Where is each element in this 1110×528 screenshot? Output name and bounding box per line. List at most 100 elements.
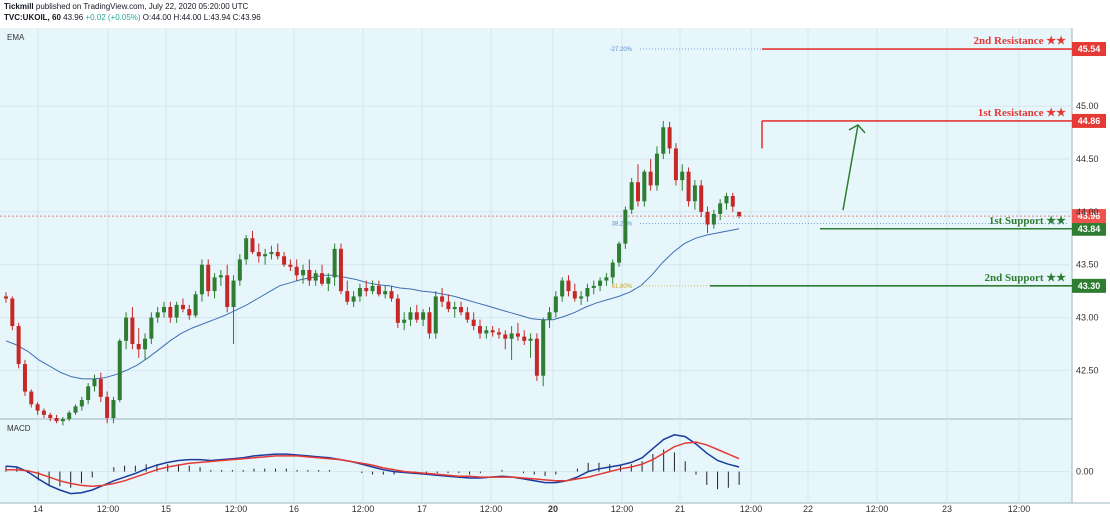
- candle-body: [534, 338, 539, 376]
- candle-body: [231, 280, 236, 307]
- candle-body: [515, 333, 520, 337]
- candle-body: [282, 256, 287, 265]
- candle: [193, 291, 198, 318]
- candle-body: [136, 343, 141, 350]
- x-tick-label: 17: [417, 504, 427, 514]
- x-tick-label: 12:00: [352, 504, 375, 514]
- candle-body: [338, 248, 343, 292]
- candle-body: [263, 254, 268, 257]
- candle: [117, 338, 122, 403]
- candle-body: [629, 182, 634, 210]
- candle-body: [117, 340, 122, 401]
- candle-body: [54, 418, 59, 422]
- candle-body: [332, 248, 337, 278]
- candle-body: [345, 291, 350, 302]
- candle: [534, 333, 539, 381]
- candle-body: [206, 264, 211, 292]
- candle-body: [92, 378, 97, 387]
- candle: [22, 359, 27, 396]
- candle-body: [572, 291, 577, 299]
- ema-pane-label: EMA: [7, 33, 25, 42]
- candle-body: [604, 277, 609, 281]
- candle-body: [421, 312, 426, 320]
- candle-body: [585, 287, 590, 297]
- candle-body: [667, 127, 672, 149]
- candle-body: [35, 404, 40, 411]
- candle-body: [718, 203, 723, 214]
- candle-body: [212, 277, 217, 292]
- candle: [673, 143, 678, 186]
- candle-body: [22, 364, 27, 392]
- candle-body: [86, 386, 91, 401]
- candle-body: [4, 296, 8, 299]
- candle-body: [149, 317, 154, 339]
- candle-body: [168, 306, 173, 318]
- candle-body: [364, 287, 369, 292]
- candle-body: [218, 275, 223, 278]
- candle-body: [395, 298, 400, 323]
- candle-body: [553, 296, 558, 313]
- candle-body: [237, 259, 242, 281]
- candle: [338, 243, 343, 295]
- candle-body: [661, 127, 666, 154]
- candle-body: [383, 291, 388, 295]
- price-chart[interactable]: -27.20% 38.20% 61.80% 2nd Resistance ★★ 45.5…: [0, 0, 1110, 528]
- candle-body: [16, 326, 21, 365]
- y-tick-label: 44.50: [1076, 154, 1099, 164]
- candle-body: [250, 238, 255, 253]
- candle-body: [496, 332, 501, 335]
- candle-body: [433, 296, 438, 334]
- candle-body: [484, 330, 489, 334]
- candle-body: [547, 312, 552, 320]
- x-tick-label: 12:00: [611, 504, 634, 514]
- candle-body: [566, 280, 571, 292]
- candle-body: [29, 391, 34, 405]
- fib-level-label: 38.20%: [612, 221, 633, 227]
- candle: [629, 178, 634, 214]
- candle-body: [699, 185, 704, 212]
- candle-body: [67, 412, 72, 420]
- x-tick-label: 15: [161, 504, 171, 514]
- fib-level-label: -27.20%: [610, 47, 633, 53]
- x-tick-label: 12:00: [740, 504, 763, 514]
- candle-body: [686, 171, 691, 202]
- level-label: 1st Support ★★: [989, 215, 1066, 227]
- candle-body: [130, 317, 135, 344]
- y-tick-label: 43.50: [1076, 260, 1099, 270]
- candle-body: [79, 400, 84, 407]
- candle-body: [288, 264, 293, 267]
- x-tick-label: 16: [289, 504, 299, 514]
- candle-body: [509, 333, 514, 339]
- candle-body: [680, 171, 685, 181]
- x-tick-label: 22: [803, 504, 813, 514]
- candle-body: [642, 171, 647, 202]
- candle-body: [591, 285, 596, 288]
- candle-body: [48, 414, 53, 418]
- level-price-text: 44.86: [1078, 116, 1101, 126]
- macd-pane-bg: [0, 419, 1072, 503]
- macd-y-tick-label: 0.00: [1076, 467, 1094, 477]
- candle-body: [73, 406, 78, 413]
- candle-body: [256, 252, 261, 257]
- candle-body: [452, 306, 457, 310]
- y-tick-label: 44.00: [1076, 207, 1099, 217]
- candle: [10, 296, 15, 331]
- candle-body: [187, 309, 192, 316]
- candle-body: [692, 185, 697, 202]
- candle-body: [440, 296, 445, 302]
- candle-body: [174, 304, 179, 318]
- candle-body: [560, 280, 565, 297]
- candle-body: [98, 378, 103, 397]
- level-price-text: 43.84: [1078, 224, 1101, 234]
- candle-body: [471, 319, 476, 327]
- y-tick-label: 45.00: [1076, 101, 1099, 111]
- x-tick-label: 12:00: [1008, 504, 1031, 514]
- candle-body: [648, 171, 653, 186]
- candle-body: [636, 182, 640, 202]
- macd-pane-label: MACD: [7, 424, 31, 433]
- candle-body: [446, 301, 451, 310]
- candle-body: [617, 243, 622, 263]
- candle-body: [162, 306, 166, 313]
- candle: [206, 259, 211, 297]
- candle-body: [301, 269, 306, 276]
